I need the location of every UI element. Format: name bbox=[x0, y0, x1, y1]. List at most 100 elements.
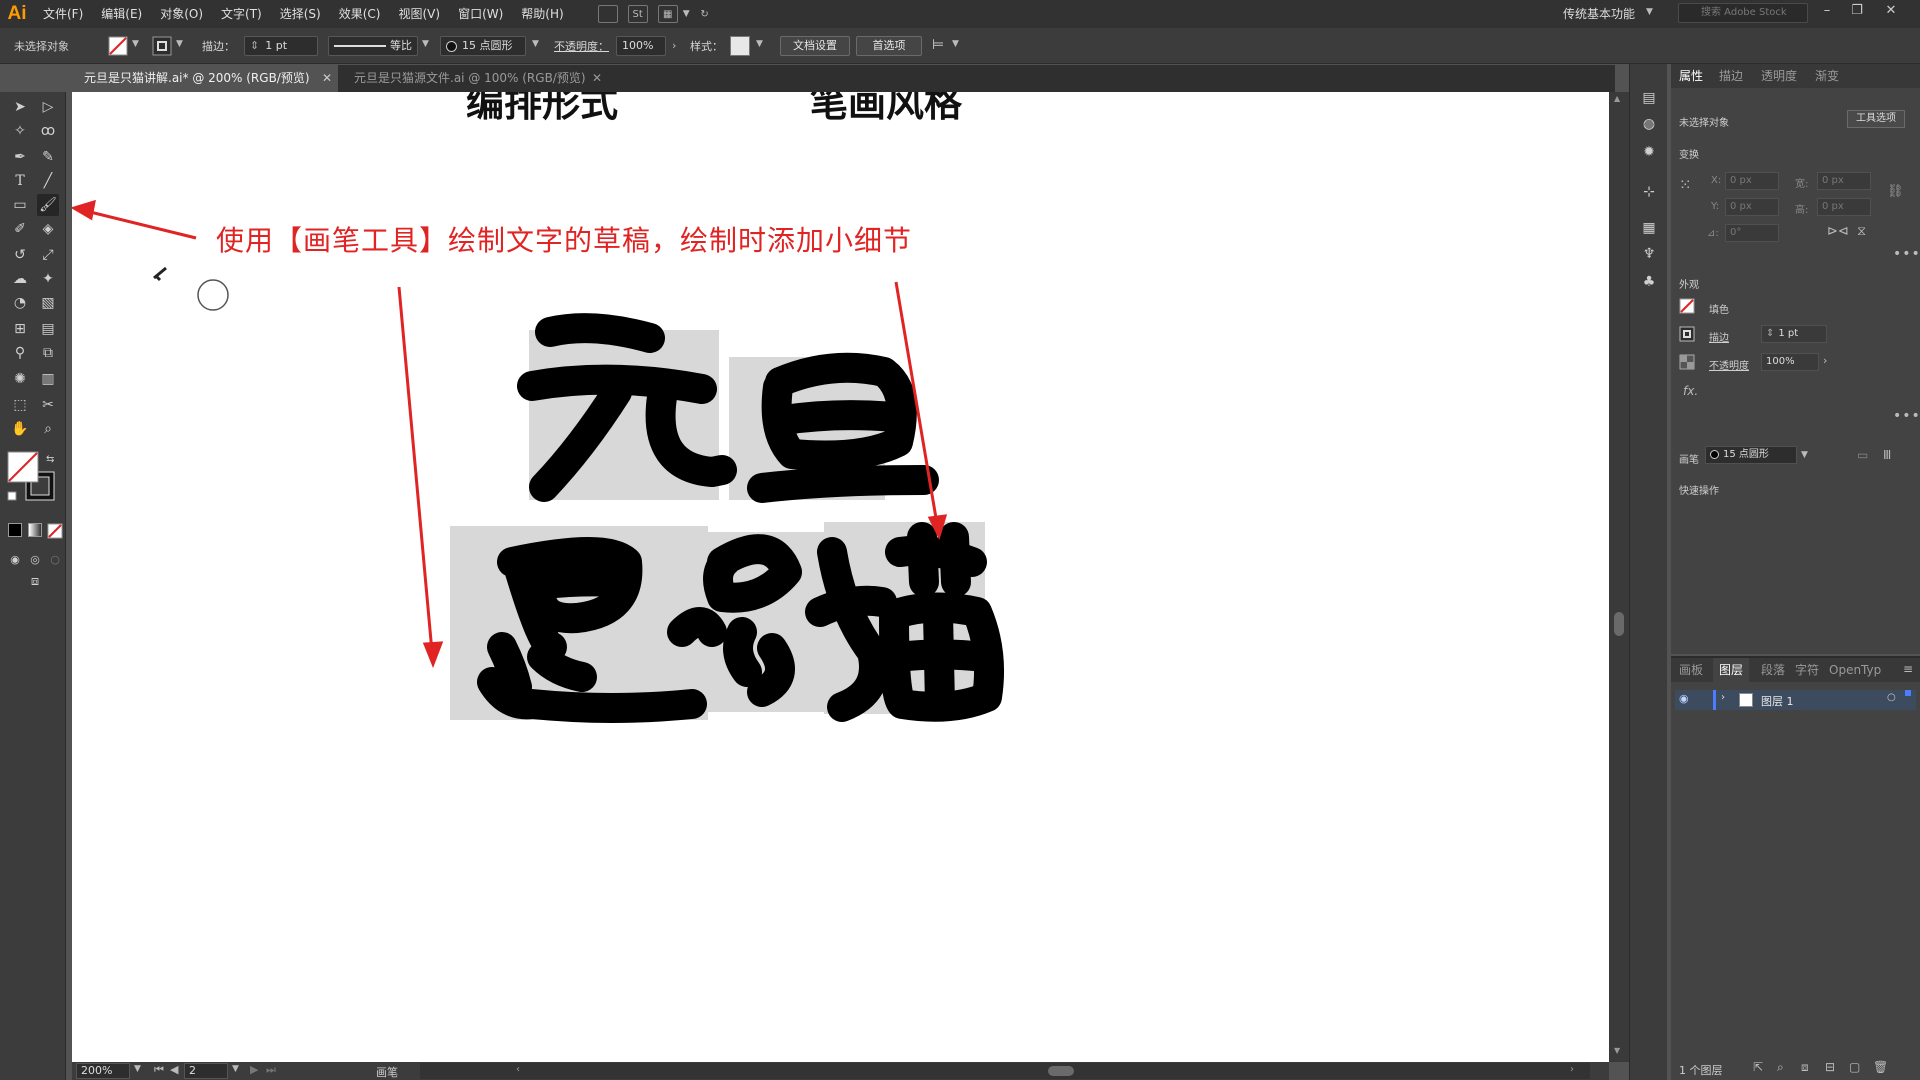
new-sublayer-icon[interactable]: ⊟ bbox=[1825, 1060, 1835, 1074]
appearance-panel-icon[interactable]: ✹ bbox=[1640, 144, 1658, 162]
puppet-warp-tool-icon[interactable]: ✦ bbox=[37, 268, 59, 290]
tab-document-2[interactable]: 元旦是只猫源文件.ai @ 100% (RGB/预览) bbox=[342, 65, 594, 92]
restore-icon[interactable]: ❐ bbox=[1846, 3, 1868, 23]
scale-tool-icon[interactable]: ⤢ bbox=[37, 244, 59, 266]
menu-select[interactable]: 选择(S) bbox=[271, 0, 330, 28]
tab-artboards[interactable]: 画板 bbox=[1679, 658, 1703, 682]
scroll-thumb[interactable] bbox=[1048, 1066, 1074, 1076]
tab-transparency[interactable]: 透明度 bbox=[1761, 64, 1797, 88]
horizontal-scrollbar[interactable]: ‹ › bbox=[420, 1063, 1590, 1079]
brush-definition-field[interactable]: 15 点圆形 bbox=[440, 36, 526, 56]
artboard-number-field[interactable]: 2 bbox=[184, 1063, 228, 1079]
chevron-down-icon[interactable]: ▼ bbox=[132, 39, 139, 49]
tab-document-1[interactable]: 元旦是只猫讲解.ai* @ 200% (RGB/预览) bbox=[72, 65, 338, 92]
opacity-field[interactable]: 100% bbox=[1761, 353, 1819, 371]
bridge-icon[interactable] bbox=[597, 5, 618, 23]
menu-window[interactable]: 窗口(W) bbox=[449, 0, 512, 28]
perspective-grid-tool-icon[interactable]: ▧ bbox=[37, 292, 59, 314]
chevron-down-icon[interactable]: ▼ bbox=[1801, 450, 1808, 460]
export-icon[interactable]: ⇱ bbox=[1753, 1060, 1763, 1074]
layer-row[interactable]: ◉ › 图层 1 ○ bbox=[1675, 690, 1916, 710]
chevron-down-icon[interactable]: ▼ bbox=[683, 9, 690, 19]
chevron-right-icon[interactable]: › bbox=[672, 39, 676, 52]
chevron-down-icon[interactable]: ▼ bbox=[422, 39, 429, 49]
chevron-down-icon[interactable]: ▼ bbox=[176, 39, 183, 49]
transform-panel-icon[interactable]: ⊹ bbox=[1640, 184, 1658, 202]
close-icon[interactable]: ✕ bbox=[1880, 3, 1902, 23]
chevron-down-icon[interactable]: ▼ bbox=[232, 1064, 239, 1074]
more-options-icon[interactable]: ••• bbox=[1893, 246, 1920, 262]
document-setup-button[interactable]: 文档设置 bbox=[780, 36, 850, 56]
target-icon[interactable]: ○ bbox=[1887, 692, 1896, 703]
arrange-documents-icon[interactable]: ▦ bbox=[657, 5, 678, 23]
reference-point-icon[interactable]: ⁙ bbox=[1679, 176, 1692, 194]
hand-tool-icon[interactable]: ✋ bbox=[9, 418, 31, 440]
scroll-down-icon[interactable]: ▼ bbox=[1614, 1046, 1620, 1055]
align-icon[interactable]: ⊨ bbox=[932, 37, 944, 53]
locate-object-icon[interactable]: ⌕ bbox=[1777, 1060, 1784, 1075]
preferences-button[interactable]: 首选项 bbox=[856, 36, 922, 56]
flip-horizontal-icon[interactable]: ⊳⊲ bbox=[1827, 224, 1849, 239]
properties-panel-icon[interactable]: ▤ bbox=[1640, 90, 1658, 108]
layer-name[interactable]: 图层 1 bbox=[1761, 693, 1794, 709]
tab-layers[interactable]: 图层 bbox=[1713, 658, 1750, 682]
brush-library-icon[interactable]: Ⅲ bbox=[1883, 448, 1891, 462]
opacity-field[interactable]: 100% bbox=[616, 36, 666, 56]
menu-object[interactable]: 对象(O) bbox=[151, 0, 212, 28]
symbols-panel-icon[interactable]: ♣ bbox=[1640, 274, 1658, 292]
next-artboard-icon[interactable]: ▶ bbox=[250, 1063, 258, 1076]
scroll-up-icon[interactable]: ▲ bbox=[1614, 94, 1620, 103]
stepper-icon[interactable]: ⇕ bbox=[1766, 328, 1774, 339]
gradient-mode-swatch[interactable] bbox=[28, 523, 42, 537]
tab-paragraph[interactable]: 段落 bbox=[1761, 658, 1785, 682]
more-options-icon[interactable]: ••• bbox=[1893, 408, 1920, 424]
draw-behind-icon[interactable]: ◎ bbox=[24, 548, 46, 570]
magic-wand-tool-icon[interactable]: ✧ bbox=[9, 120, 31, 142]
new-layer-icon[interactable]: ▢ bbox=[1849, 1060, 1860, 1074]
fill-label[interactable]: 填色 bbox=[1709, 301, 1729, 316]
artboard-tool-icon[interactable]: ⬚ bbox=[9, 394, 31, 416]
panel-menu-icon[interactable]: ≡ bbox=[1903, 662, 1913, 676]
opacity-label[interactable]: 不透明度 bbox=[1709, 357, 1749, 372]
menu-view[interactable]: 视图(V) bbox=[389, 0, 449, 28]
eyedropper-tool-icon[interactable]: ⚲ bbox=[9, 342, 31, 364]
zoom-tool-icon[interactable]: ⌕ bbox=[37, 418, 59, 440]
last-artboard-icon[interactable]: ⏭ bbox=[266, 1063, 276, 1077]
x-field[interactable]: 0 px bbox=[1725, 172, 1779, 190]
gradient-tool-icon[interactable]: ▤ bbox=[37, 318, 59, 340]
stroke-weight-field[interactable]: ⇕ 1 pt bbox=[244, 36, 318, 56]
close-icon[interactable]: ✕ bbox=[592, 65, 602, 92]
workspace-switcher[interactable]: 传统基本功能 bbox=[1563, 5, 1635, 22]
chevron-down-icon[interactable]: ▼ bbox=[1646, 7, 1653, 17]
opacity-icon[interactable] bbox=[1679, 354, 1695, 370]
menu-effect[interactable]: 效果(C) bbox=[330, 0, 390, 28]
tab-opentype[interactable]: OpenTyp bbox=[1829, 658, 1881, 682]
zoom-field[interactable]: 200% bbox=[76, 1063, 130, 1079]
delete-layer-icon[interactable]: 🗑 bbox=[1873, 1060, 1888, 1074]
tool-options-button[interactable]: 工具选项 bbox=[1847, 110, 1905, 128]
brushes-panel-icon[interactable]: ♆ bbox=[1640, 246, 1658, 264]
gpu-performance-icon[interactable]: ↻ bbox=[695, 5, 715, 23]
line-segment-tool-icon[interactable]: ╱ bbox=[37, 170, 59, 192]
stroke-label[interactable]: 描边 bbox=[1709, 329, 1729, 344]
artboard-canvas[interactable]: 编排形式 笔画风格 使用【画笔工具】绘制文字的草稿，绘制时添加小细节 bbox=[72, 92, 1609, 1062]
chevron-down-icon[interactable]: ▼ bbox=[952, 39, 959, 49]
color-mode-swatch[interactable] bbox=[8, 523, 22, 537]
menu-file[interactable]: 文件(F) bbox=[34, 0, 92, 28]
variable-width-profile[interactable]: 等比 bbox=[328, 36, 418, 56]
selection-tool-icon[interactable]: ➤ bbox=[9, 96, 31, 118]
paintbrush-tool-icon[interactable]: 🖌 bbox=[37, 194, 59, 216]
rotate-tool-icon[interactable]: ↺ bbox=[9, 244, 31, 266]
first-artboard-icon[interactable]: ⏮ bbox=[154, 1063, 164, 1077]
slice-tool-icon[interactable]: ✂ bbox=[37, 394, 59, 416]
stroke-weight-field[interactable]: ⇕ 1 pt bbox=[1761, 325, 1827, 343]
shaper-tool-icon[interactable]: ✐ bbox=[9, 218, 31, 240]
none-mode-swatch[interactable] bbox=[47, 523, 63, 539]
mesh-tool-icon[interactable]: ⊞ bbox=[9, 318, 31, 340]
stock-icon[interactable]: St bbox=[627, 5, 648, 23]
column-graph-tool-icon[interactable]: ▥ bbox=[37, 368, 59, 390]
constrain-proportions-icon[interactable]: ⛓ bbox=[1887, 184, 1904, 199]
chevron-down-icon[interactable]: ▼ bbox=[756, 39, 763, 49]
fill-none-icon[interactable] bbox=[1679, 298, 1695, 314]
lasso-tool-icon[interactable]: ꝏ bbox=[37, 120, 59, 142]
